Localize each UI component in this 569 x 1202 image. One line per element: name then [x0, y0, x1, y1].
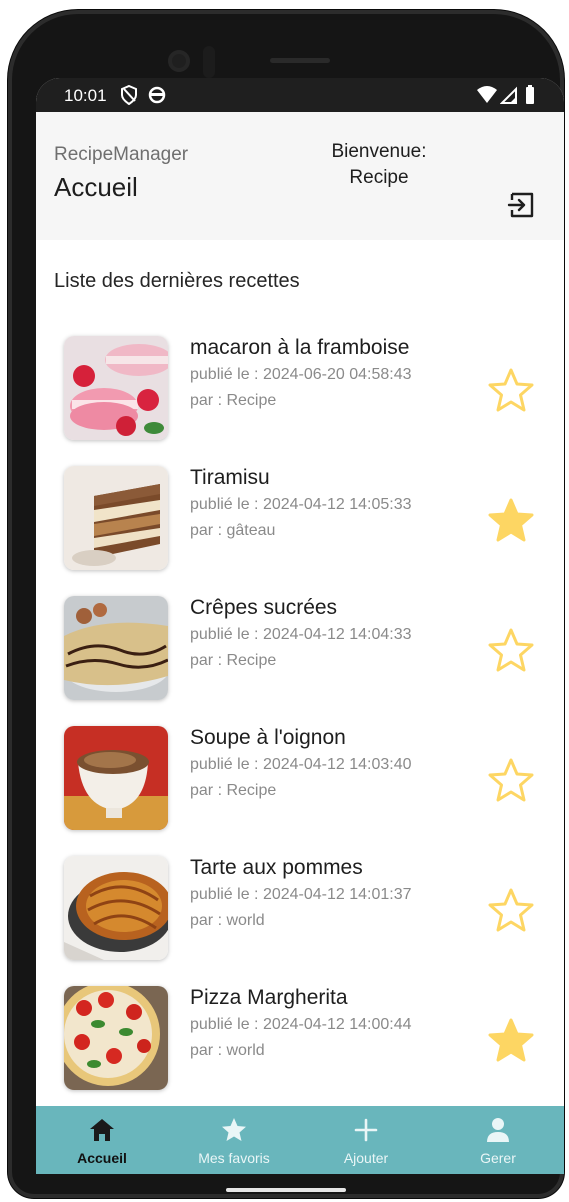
tab-mes-favoris[interactable]: Mes favoris	[168, 1106, 300, 1174]
favorite-star-filled-icon[interactable]	[486, 496, 536, 546]
recipe-thumbnail	[64, 986, 168, 1090]
welcome-message: Bienvenue: Recipe	[304, 139, 454, 191]
favorite-star-outline-icon[interactable]	[486, 366, 536, 416]
recent-recipes-title: Liste des dernières recettes	[54, 270, 300, 292]
home-icon	[90, 1119, 114, 1141]
recipe-author: par : Recipe	[190, 652, 277, 669]
recipe-name: Soupe à l'oignon	[190, 726, 346, 749]
signal-icon	[500, 86, 517, 104]
recipe-author: par : world	[190, 912, 265, 929]
recipe-published-date: publié le : 2024-04-12 14:05:33	[190, 496, 412, 513]
page-title: Accueil	[54, 172, 138, 202]
tab-accueil[interactable]: Accueil	[36, 1106, 168, 1174]
recipe-name: Tarte aux pommes	[190, 856, 363, 879]
tab-label: Accueil	[77, 1150, 127, 1166]
favorite-star-outline-icon[interactable]	[486, 626, 536, 676]
recipe-name: macaron à la framboise	[190, 336, 410, 359]
favorite-star-outline-icon[interactable]	[486, 756, 536, 806]
recipe-author: par : world	[190, 1042, 265, 1059]
recipe-item[interactable]: Pizza Margherita publié le : 2024-04-12 …	[36, 986, 564, 1096]
recipe-name: Pizza Margherita	[190, 986, 348, 1009]
app-header: RecipeManager Accueil Bienvenue: Recipe	[36, 112, 564, 240]
recipe-published-date: publié le : 2024-04-12 14:01:37	[190, 886, 412, 903]
plus-icon	[354, 1118, 378, 1142]
favorite-star-filled-icon[interactable]	[486, 1016, 536, 1066]
app-screen: 10:01 RecipeManager Accueil Bienvenue: R…	[36, 78, 564, 1174]
earpiece-speaker	[270, 58, 330, 63]
star-icon	[222, 1118, 246, 1141]
favorite-star-outline-icon[interactable]	[486, 886, 536, 936]
circle-icon	[148, 86, 166, 104]
recipe-published-date: publié le : 2024-04-12 14:03:40	[190, 756, 412, 773]
recipe-thumbnail	[64, 336, 168, 440]
tab-label: Gerer	[480, 1150, 516, 1166]
tab-gerer[interactable]: Gerer	[432, 1106, 564, 1174]
tab-label: Ajouter	[343, 1150, 389, 1166]
status-time: 10:01	[64, 86, 107, 105]
home-indicator[interactable]	[226, 1188, 346, 1192]
shield-icon	[121, 85, 137, 105]
recipe-name: Crêpes sucrées	[190, 596, 338, 619]
recipe-item[interactable]: Tiramisu publié le : 2024-04-12 14:05:33…	[36, 466, 564, 576]
recipe-published-date: publié le : 2024-06-20 04:58:43	[190, 366, 412, 383]
wifi-icon	[477, 86, 497, 103]
recipe-item[interactable]: Soupe à l'oignon publié le : 2024-04-12 …	[36, 726, 564, 836]
app-name: RecipeManager	[54, 144, 189, 165]
welcome-username: Recipe	[349, 167, 409, 188]
person-icon	[487, 1118, 509, 1142]
recipe-author: par : gâteau	[190, 522, 276, 539]
recipe-item[interactable]: Crêpes sucrées publié le : 2024-04-12 14…	[36, 596, 564, 706]
logout-icon[interactable]	[507, 190, 537, 220]
recipe-thumbnail	[64, 466, 168, 570]
recipe-thumbnail	[64, 856, 168, 960]
welcome-label: Bienvenue:	[331, 141, 427, 162]
recipe-item[interactable]: Tarte aux pommes publié le : 2024-04-12 …	[36, 856, 564, 966]
recipe-name: Tiramisu	[190, 466, 270, 489]
recipe-published-date: publié le : 2024-04-12 14:00:44	[190, 1016, 412, 1033]
tab-label: Mes favoris	[198, 1150, 270, 1166]
recipe-author: par : Recipe	[190, 782, 277, 799]
recipe-item[interactable]: macaron à la framboise publié le : 2024-…	[36, 336, 564, 446]
recipe-author: par : Recipe	[190, 392, 277, 409]
battery-icon	[526, 85, 534, 104]
recipe-published-date: publié le : 2024-04-12 14:04:33	[190, 626, 412, 643]
bottom-tab-bar: Accueil Mes favoris Ajouter Gerer	[36, 1106, 564, 1174]
recipe-thumbnail	[64, 726, 168, 830]
recipe-thumbnail	[64, 596, 168, 700]
phone-device: 10:01 RecipeManager Accueil Bienvenue: R…	[0, 0, 569, 1202]
proximity-sensor	[203, 46, 215, 78]
tab-ajouter[interactable]: Ajouter	[300, 1106, 432, 1174]
front-camera	[168, 50, 190, 72]
status-bar: 10:01	[36, 78, 564, 112]
